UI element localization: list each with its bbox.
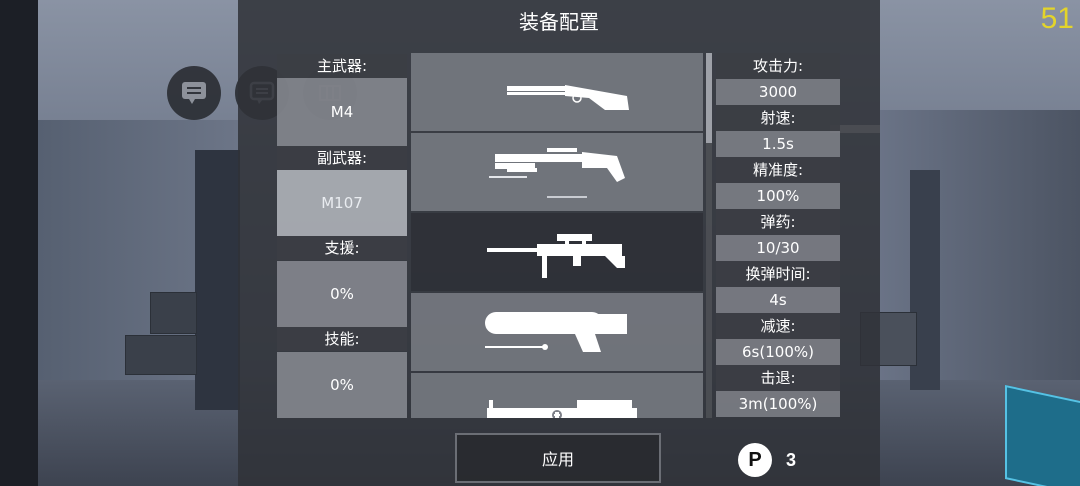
scroll-thumb[interactable] (706, 53, 712, 143)
stat-label-fire-rate: 射速: (716, 105, 840, 131)
apply-button[interactable]: 应用 (455, 433, 661, 483)
heavy-cannon-icon (487, 400, 637, 418)
points-count: 3 (786, 449, 797, 470)
stat-label-reload-time: 换弹时间: (716, 261, 840, 287)
stat-value-fire-rate: 1.5s (716, 131, 840, 157)
slot-label-support: 支援: (277, 236, 407, 260)
weapon-row-pump-shotgun[interactable] (411, 133, 703, 211)
dialog-title: 装备配置 (519, 10, 599, 34)
slot-value-secondary: M107 (321, 194, 363, 212)
stat-label-knockback: 击退: (716, 365, 840, 391)
slot-value-support: 0% (330, 285, 354, 303)
screen-edge (0, 0, 38, 486)
weapon-row-sniper-rifle[interactable] (411, 213, 703, 291)
stat-value-accuracy: 100% (716, 183, 840, 209)
slot-secondary[interactable]: M107 (277, 170, 407, 236)
stat-value-attack: 3000 (716, 79, 840, 105)
slot-value-skill: 0% (330, 376, 354, 394)
cyan-object (1005, 385, 1080, 486)
weapon-row-plasma-rifle[interactable] (411, 293, 703, 371)
points-display: P 3 (738, 443, 796, 477)
apply-button-label: 应用 (541, 450, 574, 469)
weapon-list-scrollbar[interactable] (706, 53, 712, 418)
points-icon: P (738, 443, 772, 477)
slot-label-secondary: 副武器: (277, 146, 407, 170)
sniper-rifle-icon (487, 234, 625, 278)
pump-shotgun-icon (489, 148, 625, 198)
doorway (195, 150, 240, 410)
slot-primary[interactable]: M4 (277, 78, 407, 146)
fps-counter: 51 (1040, 2, 1074, 35)
slot-support[interactable]: 0% (277, 261, 407, 327)
slot-value-primary: M4 (330, 103, 354, 121)
slot-label-primary: 主武器: (277, 54, 407, 78)
crate (125, 335, 197, 375)
stat-label-ammo: 弹药: (716, 209, 840, 235)
plasma-rifle-icon (485, 312, 627, 352)
stat-value-knockback: 3m(100%) (716, 391, 840, 417)
stat-value-reload-time: 4s (716, 287, 840, 313)
weapon-row-double-barrel-shotgun[interactable] (411, 53, 703, 131)
stat-label-attack: 攻击力: (716, 53, 840, 79)
slot-label-skill: 技能: (277, 327, 407, 351)
weapon-list[interactable] (411, 53, 703, 418)
slot-skill[interactable]: 0% (277, 352, 407, 418)
stat-label-accuracy: 精准度: (716, 157, 840, 183)
weapon-row-heavy-cannon[interactable] (411, 373, 703, 418)
crate (150, 292, 197, 334)
chat-bubble-icon[interactable] (167, 66, 221, 120)
double-barrel-shotgun-icon (507, 85, 629, 110)
stat-value-ammo: 10/30 (716, 235, 840, 261)
stat-label-slow: 减速: (716, 313, 840, 339)
stat-value-slow: 6s(100%) (716, 339, 840, 365)
